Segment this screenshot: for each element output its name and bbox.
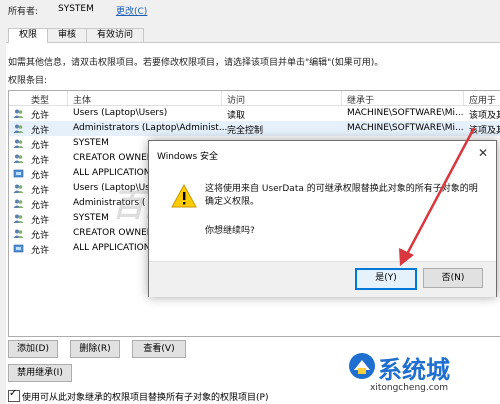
cell-type: 允许 (31, 141, 50, 151)
cell-type: 允许 (31, 201, 50, 211)
cell-type: 允许 (31, 216, 50, 226)
windows-security-dialog: Windows 安全 ✕ 这将使用来自 UserData 的可继承权限替换此对象… (148, 140, 497, 297)
tab-strip: 权限 审核 有效访问 (8, 28, 145, 43)
cell-principal: SYSTEM (73, 138, 109, 148)
users-icon (13, 154, 24, 163)
tab-auditing[interactable]: 审核 (47, 28, 88, 42)
cell-inherited-from: MACHINE\SOFTWARE\Mi... (347, 123, 464, 133)
change-owner-link[interactable]: 更改(C) (116, 4, 147, 17)
dialog-title: Windows 安全 (157, 152, 219, 162)
cell-access: 完全控制 (227, 126, 264, 136)
cell-type: 允许 (31, 171, 50, 181)
replace-child-permissions-label: 使用可从此对象继承的权限项目替换所有子对象的权限项目(P) (22, 393, 269, 403)
table-row[interactable]: 允许 Users (Laptop\Users) 读取 MACHINE\SOFTWARE… (9, 106, 500, 121)
dialog-message: 这将使用来自 UserData 的可继承权限替换此对象的所有子对象的明确定义权限… (205, 184, 478, 207)
logo-url: xitongcheng.com (370, 383, 448, 393)
cell-principal: CREATOR OWNER (73, 228, 154, 238)
table-row[interactable]: 允许 Administrators (Laptop\Administ... 完全控制… (9, 121, 500, 136)
entries-label: 权限条目: (8, 76, 48, 86)
cell-inherited-from: MACHINE\SOFTWARE\Mi... (347, 108, 464, 118)
users-icon (13, 139, 24, 148)
cell-applies-to: 该项及其 (469, 126, 500, 136)
owner-value: SYSTEM (58, 4, 94, 14)
yes-button[interactable]: 是(Y) (355, 268, 417, 290)
cell-access: 读取 (227, 111, 246, 121)
tab-effective-access[interactable]: 有效访问 (86, 28, 145, 42)
users-icon (13, 199, 24, 208)
cell-type: 允许 (31, 231, 50, 241)
cell-type: 允许 (31, 111, 50, 121)
view-button[interactable]: 查看(V) (132, 340, 186, 358)
cell-principal: CREATOR OWNER (73, 153, 154, 163)
cell-applies-to: 该项及其 (469, 111, 500, 121)
close-icon[interactable]: ✕ (478, 146, 488, 160)
header-principal[interactable]: 主体 (73, 93, 91, 106)
list-header: 类型 主体 访问 继承于 应用于 (9, 91, 500, 106)
cell-type: 允许 (31, 126, 50, 136)
no-button[interactable]: 否(N) (423, 268, 483, 288)
logo-icon (349, 353, 375, 379)
users-icon (13, 124, 24, 133)
disable-inheritance-button[interactable]: 禁用继承(I) (8, 364, 72, 382)
cell-principal: Administrators (Laptop\Administ... (73, 123, 228, 133)
users-icon (13, 109, 24, 118)
package-icon (13, 244, 24, 253)
cell-principal: SYSTEM (73, 213, 109, 223)
header-access[interactable]: 访问 (227, 93, 245, 106)
cell-principal: ALL APPLICATION (73, 243, 151, 253)
warning-icon (171, 184, 197, 208)
add-button[interactable]: 添加(D) (8, 340, 58, 358)
cell-principal: ALL APPLICATION (73, 168, 151, 178)
header-type[interactable]: 类型 (31, 93, 49, 106)
owner-label: 所有者: (8, 7, 39, 17)
cell-type: 允许 (31, 186, 50, 196)
dialog-footer: 是(Y) 否(N) (149, 261, 496, 297)
checkmark-icon: ✓ (9, 388, 18, 399)
users-icon (13, 184, 24, 193)
dialog-question: 你想继续吗? (205, 226, 255, 236)
remove-button[interactable]: 删除(R) (70, 340, 120, 358)
cell-type: 允许 (31, 156, 50, 166)
cell-type: 允许 (31, 246, 50, 256)
cell-principal: Users (Laptop\Users) (73, 108, 168, 118)
logo-name: 系统城 (378, 356, 450, 384)
users-icon (13, 214, 24, 223)
tab-permissions[interactable]: 权限 (8, 28, 49, 43)
package-icon (13, 169, 24, 178)
header-inherited-from[interactable]: 继承于 (347, 93, 374, 106)
header-applies-to[interactable]: 应用于 (469, 93, 496, 106)
users-icon (13, 229, 24, 238)
info-text: 如需其他信息，请双击权限项目。若要修改权限项目，请选择该项目并单击"编辑"(如果… (8, 58, 384, 68)
